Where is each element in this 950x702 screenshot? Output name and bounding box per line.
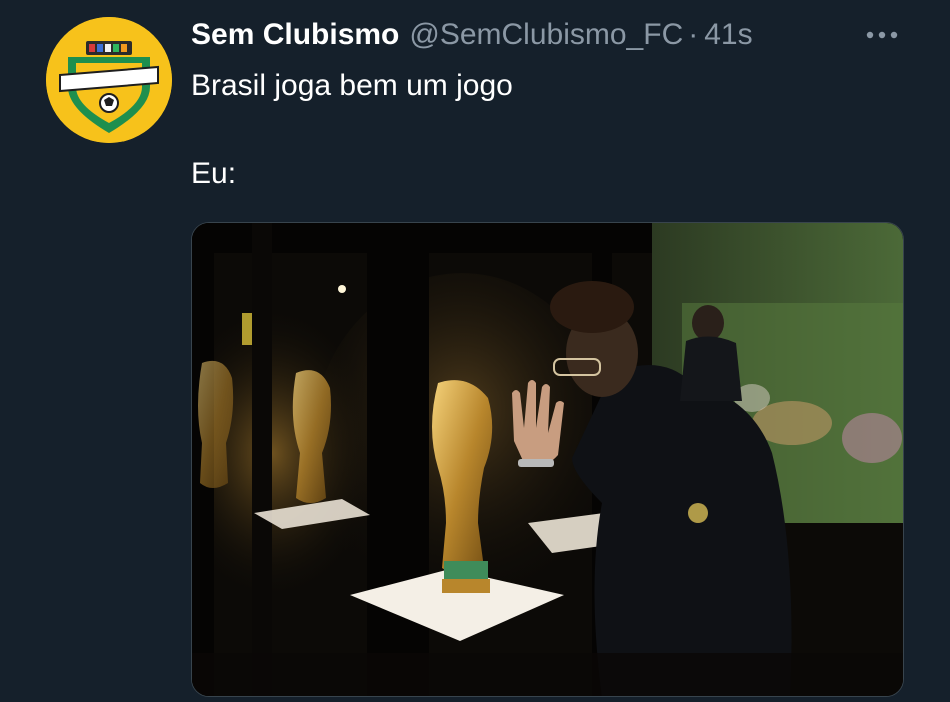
tweet-text: Brasil joga bem um jogo Eu: bbox=[191, 64, 891, 196]
tweet-photo[interactable] bbox=[191, 222, 904, 697]
header-separator: · bbox=[688, 18, 699, 51]
tweet-card: Sem Clubismo @SemClubismo_FC · 41s Brasi… bbox=[0, 0, 950, 702]
author-handle[interactable]: @SemClubismo_FC bbox=[409, 14, 683, 56]
tweet-text-line: Brasil joga bem um jogo bbox=[191, 69, 513, 102]
more-options-button[interactable] bbox=[860, 20, 904, 50]
more-horizontal-icon bbox=[866, 31, 898, 39]
author-avatar[interactable] bbox=[46, 17, 172, 143]
photo-trophy-display bbox=[192, 223, 903, 696]
tweet-header: Sem Clubismo @SemClubismo_FC · 41s bbox=[191, 14, 753, 56]
author-display-name[interactable]: Sem Clubismo bbox=[191, 14, 399, 56]
crest-logo bbox=[46, 17, 172, 143]
tweet-timestamp[interactable]: 41s bbox=[704, 14, 752, 56]
tweet-text-line: Eu: bbox=[191, 157, 237, 190]
